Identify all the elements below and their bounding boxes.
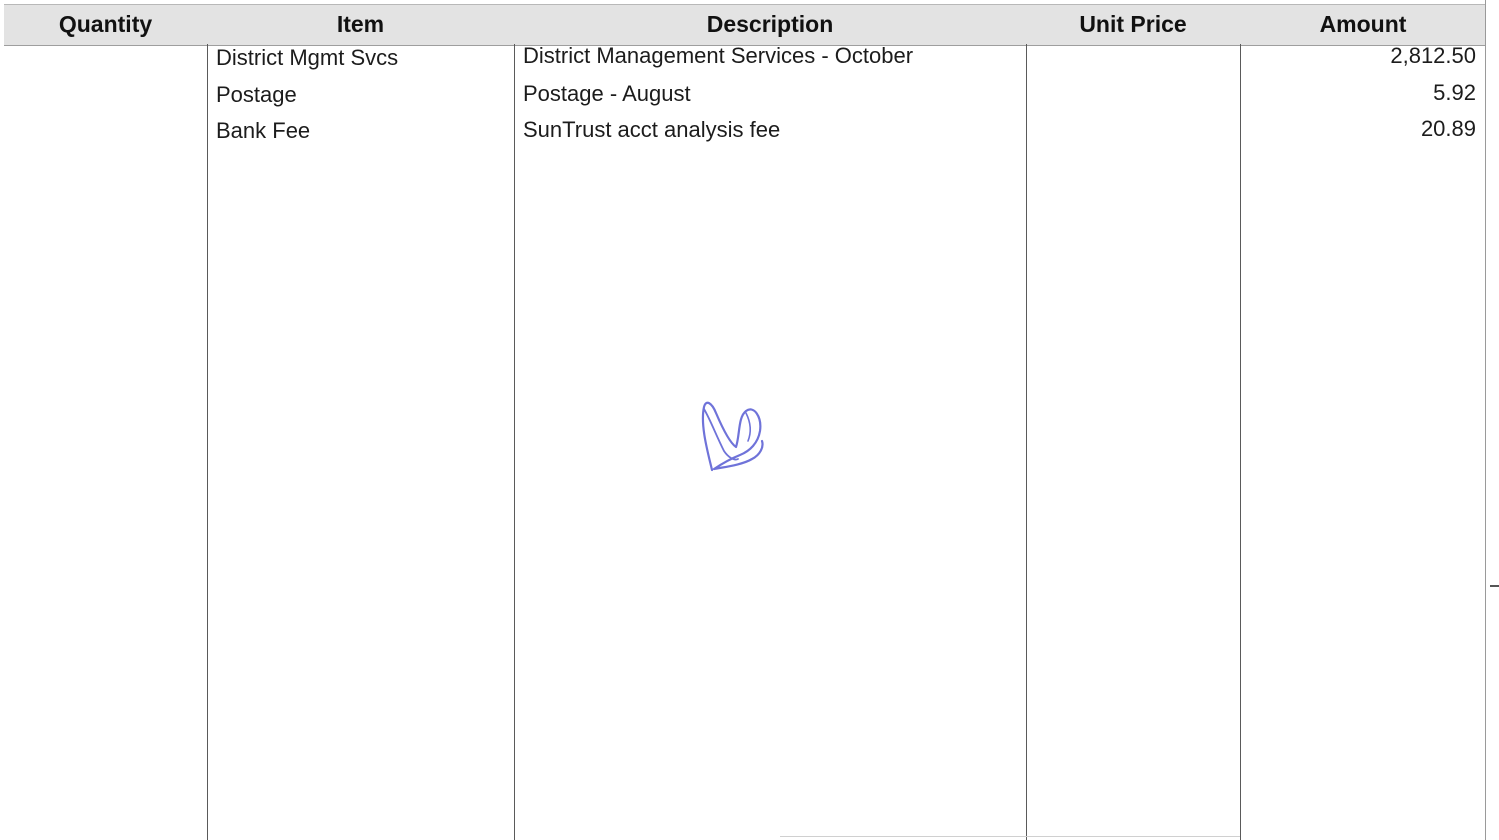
- header-item: Item: [336, 11, 385, 37]
- row-1-description: District Management Services - October: [523, 43, 914, 68]
- bottom-rule: [780, 836, 1240, 837]
- column-divider: [1485, 0, 1486, 840]
- column-divider: [207, 44, 208, 840]
- row-3-description: SunTrust acct analysis fee: [523, 117, 781, 142]
- header-unit-price: Unit Price: [1079, 11, 1187, 37]
- margin-tick-mark: [1490, 585, 1499, 587]
- row-3-amount: 20.89: [1420, 116, 1476, 141]
- row-1-item: District Mgmt Svcs: [216, 45, 399, 70]
- row-2-description: Postage - August: [523, 81, 691, 106]
- row-2-item: Postage: [216, 82, 297, 107]
- row-3-item: Bank Fee: [216, 118, 311, 143]
- handwritten-initials-signature: [701, 401, 764, 472]
- row-2-amount: 5.92: [1433, 80, 1476, 105]
- invoice-line-items-table: Quantity Item Description Unit Price Amo…: [0, 0, 1499, 840]
- column-divider: [514, 44, 515, 840]
- header-quantity: Quantity: [58, 11, 153, 37]
- column-divider: [1026, 44, 1027, 840]
- column-divider: [1240, 44, 1241, 840]
- row-1-amount: 2,812.50: [1390, 43, 1476, 68]
